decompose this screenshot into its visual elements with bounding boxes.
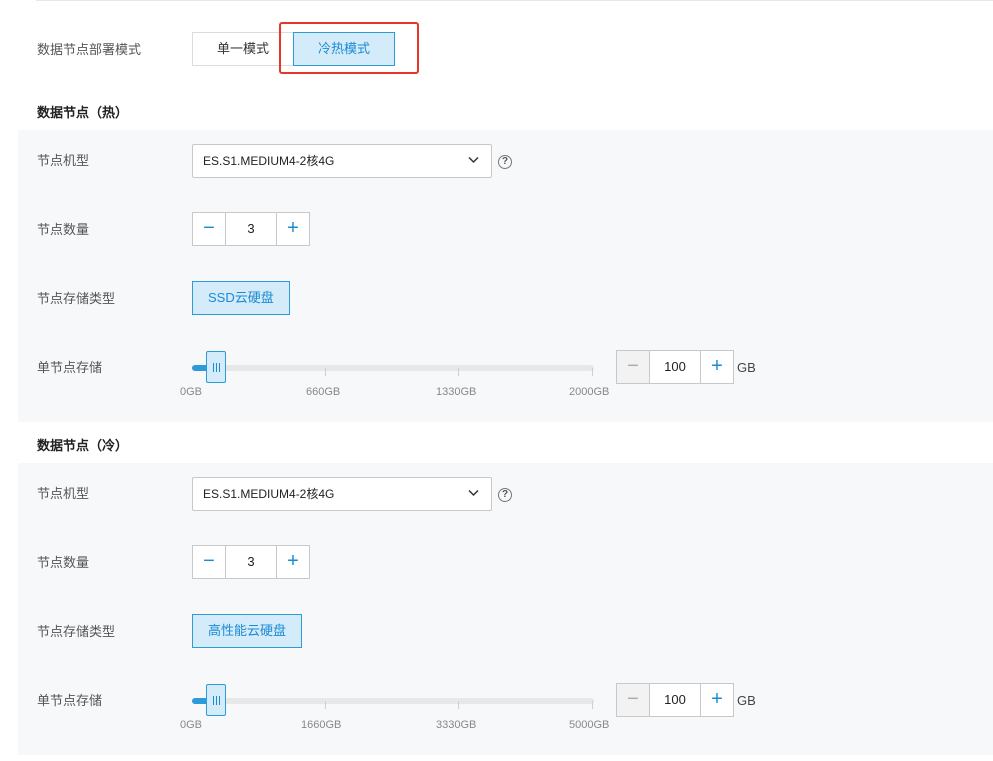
hot-model-select[interactable]: ES.S1.MEDIUM4-2核4G — [192, 144, 492, 178]
top-divider — [36, 0, 993, 3]
cold-tick-label: 3330GB — [436, 719, 477, 731]
hot-model-value: ES.S1.MEDIUM4-2核4G — [203, 154, 335, 168]
hot-storage-type-label: 节点存储类型 — [37, 291, 116, 306]
hot-count-input[interactable]: 3 — [226, 212, 276, 246]
cold-count-input[interactable]: 3 — [226, 545, 276, 579]
plus-icon[interactable]: + — [276, 212, 310, 246]
cold-storage-unit: GB — [737, 693, 756, 708]
slider-tick — [592, 701, 593, 709]
slider-tick — [458, 368, 459, 376]
hot-storage-unit: GB — [737, 360, 756, 375]
hot-slider-handle[interactable] — [206, 351, 226, 383]
hot-storage-stepper: − 100 + — [616, 350, 734, 384]
cold-tick-label: 0GB — [180, 719, 203, 731]
cold-section-title: 数据节点（冷） — [37, 438, 129, 453]
chevron-down-icon — [468, 156, 479, 164]
cold-model-value: ES.S1.MEDIUM4-2核4G — [203, 487, 335, 501]
plus-icon[interactable]: + — [276, 545, 310, 579]
hot-count-label: 节点数量 — [37, 222, 90, 237]
slider-tick — [458, 701, 459, 709]
hot-tick-label: 0GB — [180, 386, 203, 398]
cold-slider-handle[interactable] — [206, 684, 226, 716]
minus-icon[interactable]: − — [616, 350, 650, 384]
cold-count-stepper: − 3 + — [192, 545, 310, 579]
slider-tick — [592, 368, 593, 376]
chevron-down-icon — [468, 489, 479, 497]
hot-panel — [18, 130, 993, 422]
slider-tick — [325, 368, 326, 376]
cold-storage-input[interactable]: 100 — [650, 683, 700, 717]
help-circle-icon[interactable]: ? — [498, 155, 512, 169]
hot-count-stepper: − 3 + — [192, 212, 310, 246]
slider-tick — [325, 701, 326, 709]
hot-section-title: 数据节点（热） — [37, 105, 129, 120]
plus-icon[interactable]: + — [700, 350, 734, 384]
hot-storage-label: 单节点存储 — [37, 360, 103, 375]
plus-icon[interactable]: + — [700, 683, 734, 717]
help-circle-icon[interactable]: ? — [498, 488, 512, 502]
cold-model-label: 节点机型 — [37, 486, 90, 501]
hot-tick-label: 660GB — [306, 386, 341, 398]
hot-model-label: 节点机型 — [37, 153, 90, 168]
minus-icon[interactable]: − — [616, 683, 650, 717]
deploy-mode-label: 数据节点部署模式 — [37, 42, 142, 57]
hot-storage-slider-track[interactable] — [192, 365, 594, 376]
cold-tick-label: 1660GB — [301, 719, 342, 731]
cold-storage-label: 单节点存储 — [37, 693, 103, 708]
hot-storage-input[interactable]: 100 — [650, 350, 700, 384]
selection-highlight — [279, 22, 419, 74]
minus-icon[interactable]: − — [192, 545, 226, 579]
cold-storage-type-label: 节点存储类型 — [37, 624, 116, 639]
cold-panel — [18, 463, 993, 755]
cold-storage-type-button[interactable]: 高性能云硬盘 — [192, 614, 303, 648]
hot-tick-label: 1330GB — [436, 386, 477, 398]
hot-tick-label: 2000GB — [569, 386, 610, 398]
minus-icon[interactable]: − — [192, 212, 226, 246]
cold-storage-slider-track[interactable] — [192, 698, 594, 709]
cold-storage-stepper: − 100 + — [616, 683, 734, 717]
hot-storage-type-button[interactable]: SSD云硬盘 — [192, 281, 290, 315]
cold-count-label: 节点数量 — [37, 555, 90, 570]
cold-model-select[interactable]: ES.S1.MEDIUM4-2核4G — [192, 477, 492, 511]
cold-tick-label: 5000GB — [569, 719, 610, 731]
